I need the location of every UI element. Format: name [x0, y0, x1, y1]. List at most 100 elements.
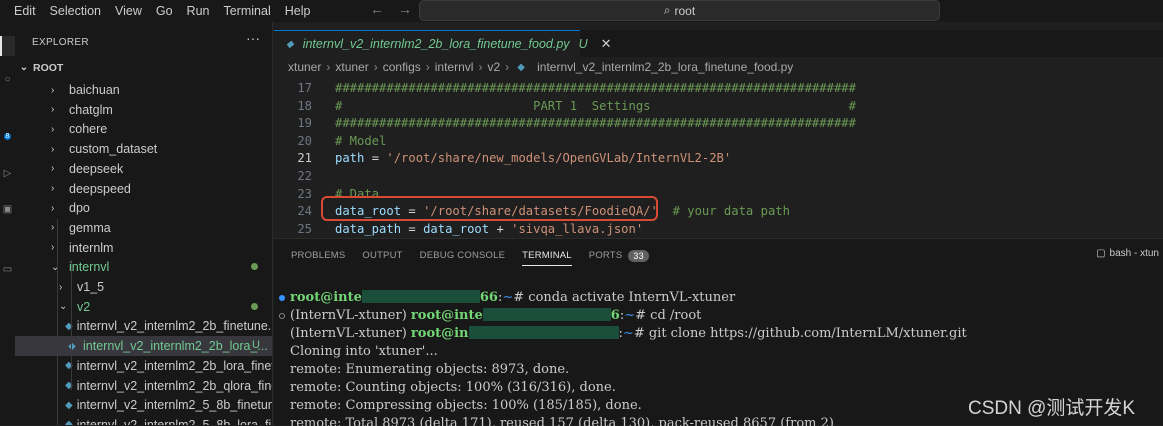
folder-item[interactable]: › gemma [15, 218, 272, 238]
tab-terminal[interactable]: TERMINAL [522, 239, 572, 272]
file-item[interactable]: ◆ internvl_v2_internlm2_2b_lora_finet... [15, 356, 273, 376]
code-token: ########################################… [335, 81, 856, 95]
chevron-right-icon: › [51, 84, 55, 96]
breadcrumb-item[interactable]: xtuner [288, 60, 321, 74]
terminal-line: remote: Total 8973 (delta 171), reused 1… [290, 415, 834, 426]
breadcrumb-item[interactable]: xtuner [335, 60, 368, 74]
root-folder-label: ROOT [33, 61, 64, 74]
watermark: CSDN @测试开发K [968, 398, 1136, 419]
breadcrumb-item[interactable]: internvl [435, 60, 474, 74]
terminal-text: root@in [410, 326, 469, 341]
breadcrumb-item[interactable]: configs [383, 60, 421, 74]
folder-item[interactable]: › internlm [15, 238, 272, 258]
chevron-right-icon: › [51, 143, 55, 155]
more-actions-icon[interactable]: ··· [246, 30, 260, 46]
extensions-icon[interactable]: ▣ [0, 204, 15, 224]
breadcrumb: xtuner › xtuner › configs › internvl › v2 › ◆ inter… [274, 57, 1163, 77]
file-item[interactable]: ◆ internvl_v2_internlm2_2b_finetune.py [15, 316, 272, 336]
tab-active-file[interactable]: ◆ internvl_v2_internlm2_2b_lora_finetune… [274, 30, 612, 57]
panel-tab-label: TERMINAL [522, 250, 572, 261]
code-line[interactable]: 17 ######################################… [274, 80, 1163, 98]
search-view-icon[interactable]: ○ [0, 74, 15, 94]
code-line[interactable]: 22 [274, 168, 1163, 186]
folder-item[interactable]: › baichuan [15, 80, 272, 100]
remote-explorer-icon[interactable]: ▭ [0, 264, 15, 284]
file-tree-label: deepspeed [69, 181, 131, 196]
folder-item[interactable]: › dpo [15, 198, 272, 218]
terminal-line: remote: Compressing objects: 100% (185/1… [290, 397, 642, 415]
breadcrumb-separator-icon: › [326, 60, 331, 74]
menu-item-help[interactable]: Help [279, 4, 319, 18]
menu-item-edit[interactable]: Edit [0, 4, 44, 18]
python-file-icon: ◆ [65, 341, 79, 352]
folder-item[interactable]: › custom_dataset [15, 139, 272, 159]
tab-output[interactable]: OUTPUT [362, 239, 402, 272]
code-token: data_path [335, 221, 402, 236]
code-line[interactable]: 25 data_path = data_root + 'sivqa_llava.j… [274, 221, 1163, 236]
file-item[interactable]: ◆ internvl_v2_internlm2_2b_qlora_fine... [15, 376, 273, 396]
run-debug-icon[interactable]: ▷ [0, 168, 15, 188]
explorer-icon[interactable] [0, 36, 15, 56]
code-line[interactable]: 19 ######################################… [274, 115, 1163, 133]
terminal-text: remote: Enumerating objects: 8973, done. [290, 362, 570, 377]
forward-arrow-icon[interactable]: → [398, 1, 412, 17]
menu-item-selection[interactable]: Selection [44, 4, 109, 18]
file-tree-label: internvl_v2_internlm2_2b_lora_finet... [76, 358, 273, 373]
command-decoration-icon [279, 313, 285, 319]
file-tree-label: dpo [69, 201, 90, 216]
search-text: root [674, 3, 696, 18]
menu-item-view[interactable]: View [109, 4, 150, 18]
file-tree-label: internvl_v2_internlm2_2b_qlora_fine... [76, 378, 273, 393]
terminal-text: # git clone https://github.com/InternLM/… [633, 326, 967, 341]
source-control-icon[interactable]: 8 [0, 130, 15, 150]
close-icon[interactable]: ✕ [601, 36, 612, 52]
chevron-right-icon: › [51, 183, 55, 194]
file-item[interactable]: ◆ internvl_v2_internlm2_5_8b_finetun... [15, 395, 272, 415]
code-line[interactable]: 18 # PART 1 Settings # [274, 98, 1163, 116]
folder-item[interactable]: › deepseek [15, 159, 272, 179]
line-number: 20 [297, 133, 312, 148]
panel-tab-label: OUTPUT [362, 250, 403, 261]
terminal-instance-label[interactable]: ▢ bash - xtun [1096, 248, 1159, 259]
tab-debug-console[interactable]: DEBUG CONSOLE [420, 239, 505, 272]
folder-item[interactable]: › deepspeed [15, 179, 272, 199]
menu-item-go[interactable]: Go [150, 4, 181, 18]
line-number: 17 [297, 81, 312, 95]
back-arrow-icon[interactable]: ← [370, 1, 384, 17]
file-tree-label: custom_dataset [69, 142, 158, 157]
file-tree-label: chatglm [69, 102, 113, 117]
file-item[interactable]: ◆ internvl_v2_internlm2_2b_lora_...U [15, 336, 272, 357]
code-line[interactable]: 20 # Model [274, 133, 1163, 151]
terminal-text: ~ [624, 308, 636, 323]
file-tree-label: internvl [69, 260, 110, 275]
line-number: 18 [297, 98, 312, 113]
code-content: path = '/root/share/new_models/OpenGVLab… [335, 150, 731, 168]
breadcrumb-item[interactable]: v2 [487, 60, 500, 74]
redacted-hostname [468, 326, 619, 339]
folder-item[interactable]: › chatglm [15, 100, 272, 120]
redacted-hostname [361, 290, 480, 303]
root-folder[interactable]: ⌄ ROOT [15, 58, 272, 77]
tab-ports[interactable]: PORTS 33 [589, 239, 649, 272]
menu-item-run[interactable]: Run [181, 4, 218, 18]
folder-item[interactable]: › cohere [15, 119, 272, 139]
code-line[interactable]: 21 path = '/root/share/new_models/OpenGVL… [274, 150, 1163, 168]
breadcrumb-separator-icon: › [505, 60, 510, 74]
file-item[interactable]: ◆ internvl_v2_internlm2_5_8b_lora_fi... [15, 415, 272, 425]
menu-item-terminal[interactable]: Terminal [217, 4, 278, 18]
code-token: data_root [423, 221, 490, 236]
redacted-hostname [482, 308, 611, 321]
tab-title: internvl_v2_internlm2_2b_lora_finetune_f… [302, 37, 570, 51]
folder-item[interactable]: ⌄ v2 [15, 297, 272, 317]
panel-tab-label: PORTS [588, 250, 623, 261]
activity-bar: ○ 8 ▷ ▣ ▭ [0, 22, 15, 425]
command-center-search[interactable]: ⌕ root [419, 0, 940, 21]
folder-item[interactable]: ⌄ internvl [15, 257, 272, 277]
terminal-text: remote: Compressing objects: 100% (185/1… [290, 398, 642, 413]
code-token: 'sivqa_llava.json' [511, 221, 644, 236]
tab-problems[interactable]: PROBLEMS [291, 239, 345, 272]
line-number: 21 [297, 151, 312, 166]
breadcrumb-item[interactable]: internvl_v2_internlm2_2b_lora_finetune_f… [537, 60, 793, 74]
folder-item[interactable]: › v1_5 [15, 277, 272, 297]
